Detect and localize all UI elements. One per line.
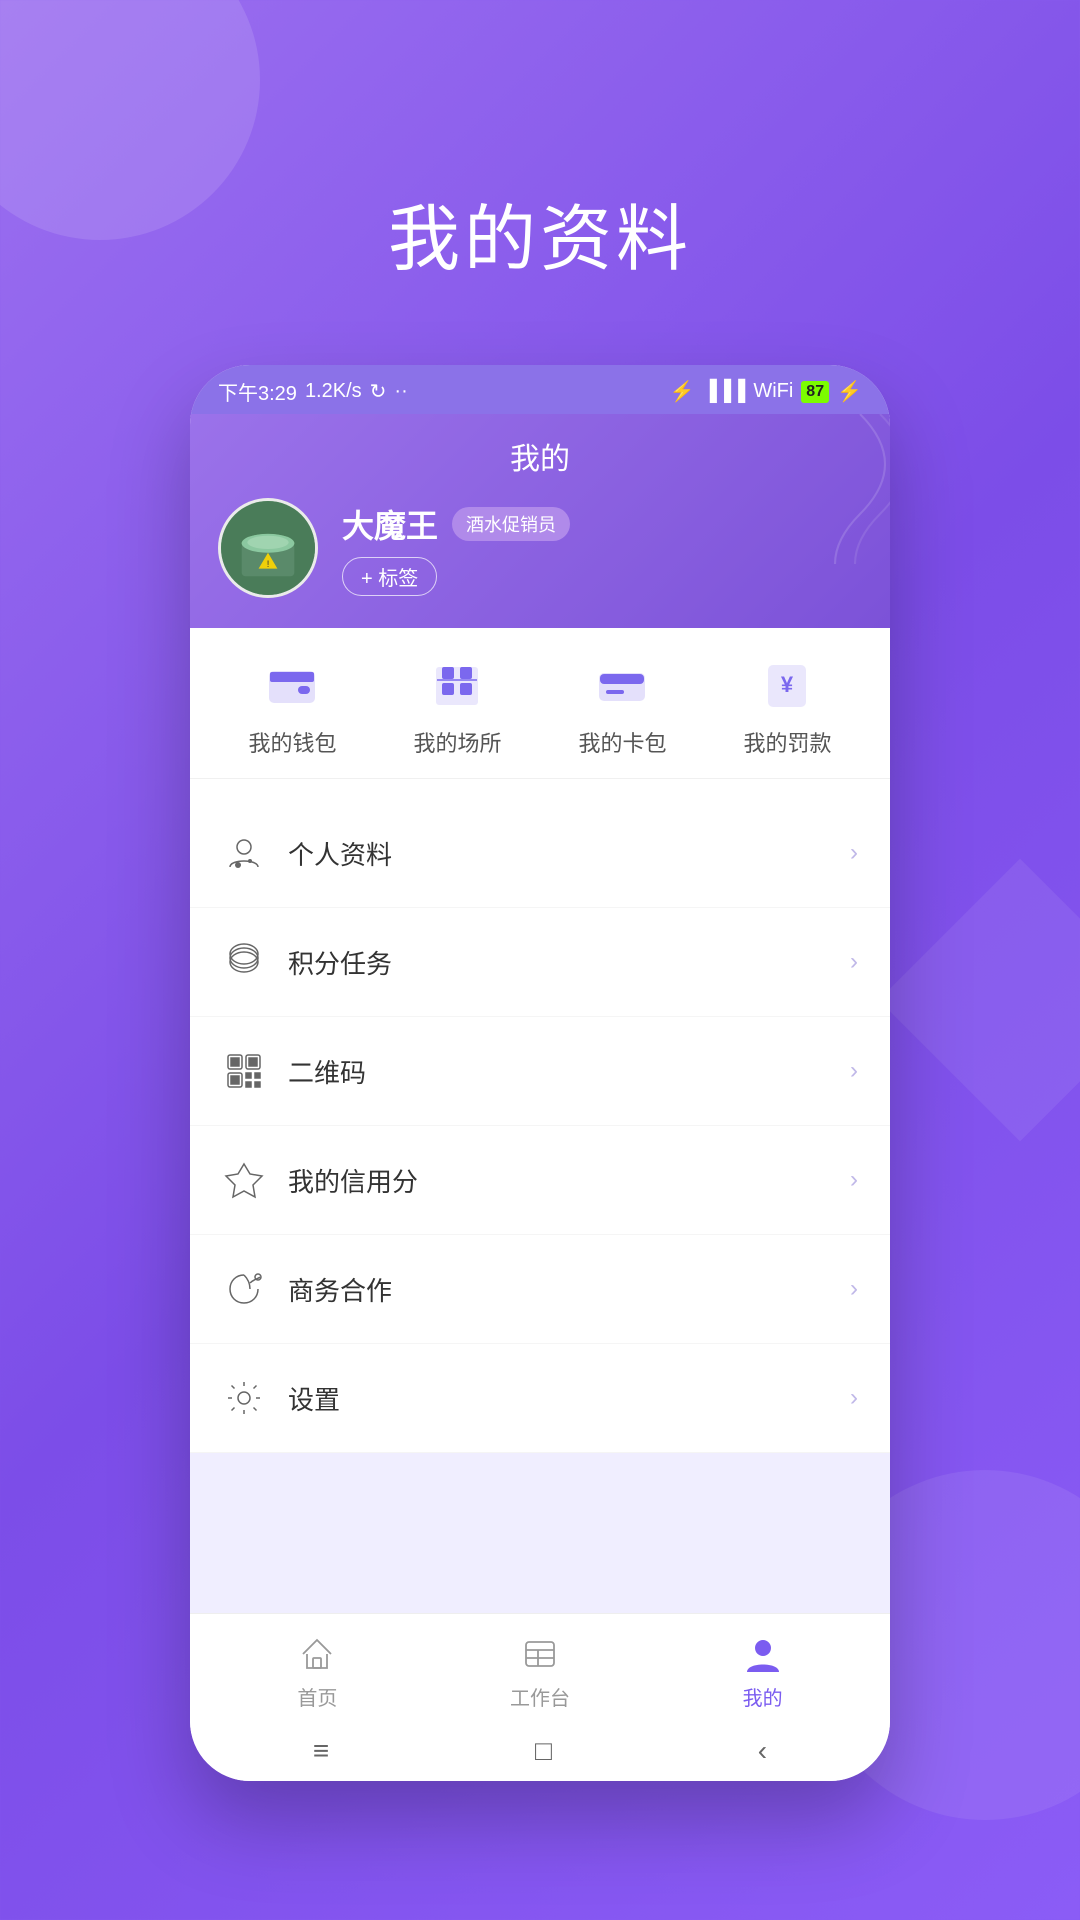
svg-text:!: !: [267, 558, 270, 569]
bg-decoration-middle: [879, 859, 1080, 1142]
bg-decoration-circle: [0, 0, 260, 240]
quick-action-fine[interactable]: ¥ 我的罚款: [743, 658, 831, 758]
quick-action-card[interactable]: 我的卡包: [578, 658, 666, 758]
business-icon: [222, 1267, 266, 1311]
business-menu-label: 商务合作: [288, 1271, 828, 1308]
home-nav-icon: [295, 1632, 339, 1676]
bluetooth-icon: ⚡: [670, 379, 695, 404]
qrcode-arrow: ›: [850, 1057, 858, 1085]
quick-actions: 我的钱包 我的场所: [190, 628, 890, 779]
tag-button[interactable]: + 标签: [342, 557, 437, 596]
profile-arrow: ›: [850, 839, 858, 867]
menu-item-credit[interactable]: 我的信用分 ›: [190, 1126, 890, 1235]
home-nav-label: 首页: [297, 1682, 337, 1711]
venue-label: 我的场所: [413, 726, 501, 758]
menu-item-business[interactable]: 商务合作 ›: [190, 1235, 890, 1344]
signal-icon: ▐▐▐: [703, 380, 746, 403]
status-network: 1.2K/s: [305, 380, 362, 403]
wifi-icon: WiFi: [753, 380, 793, 403]
profile-name: 大魔王: [342, 501, 438, 547]
profile-icon: [222, 831, 266, 875]
venue-icon: [425, 658, 489, 714]
workbench-nav-label: 工作台: [510, 1682, 570, 1711]
system-nav: ≡ □ ‹: [190, 1721, 890, 1781]
status-refresh-icon: ↻: [370, 379, 387, 404]
credit-menu-label: 我的信用分: [288, 1162, 828, 1199]
nav-item-mine[interactable]: 我的: [741, 1632, 785, 1711]
card-icon: [590, 658, 654, 714]
menu-item-settings[interactable]: 设置 ›: [190, 1344, 890, 1453]
wallet-icon: [260, 658, 324, 714]
settings-icon: [222, 1376, 266, 1420]
menu-item-points[interactable]: 积分任务 ›: [190, 908, 890, 1017]
nav-item-workbench[interactable]: 工作台: [510, 1632, 570, 1711]
menu-item-profile[interactable]: 个人资料 ›: [190, 799, 890, 908]
settings-arrow: ›: [850, 1384, 858, 1412]
profile-name-row: 大魔王 酒水促销员: [342, 501, 570, 547]
role-badge: 酒水促销员: [452, 507, 570, 541]
points-icon: [222, 940, 266, 984]
business-arrow: ›: [850, 1275, 858, 1303]
avatar[interactable]: !: [218, 498, 318, 598]
bottom-area: [190, 1453, 890, 1613]
qrcode-icon: [222, 1049, 266, 1093]
battery-badge: 87: [801, 381, 829, 403]
bottom-nav: 首页 工作台 我的: [190, 1613, 890, 1721]
wallet-label: 我的钱包: [248, 726, 336, 758]
menu-item-qrcode[interactable]: 二维码 ›: [190, 1017, 890, 1126]
quick-action-wallet[interactable]: 我的钱包: [248, 658, 336, 758]
mine-nav-label: 我的: [743, 1682, 783, 1711]
avatar-image: !: [221, 501, 315, 595]
system-back-button[interactable]: ‹: [758, 1735, 767, 1767]
status-time: 下午3:29: [218, 377, 297, 406]
credit-arrow: ›: [850, 1166, 858, 1194]
phone-mockup: 下午3:29 1.2K/s ↻ ·· ⚡ ▐▐▐ WiFi 87 ⚡ 我的: [190, 365, 890, 1781]
points-arrow: ›: [850, 948, 858, 976]
nav-item-home[interactable]: 首页: [295, 1632, 339, 1711]
settings-menu-label: 设置: [288, 1380, 828, 1417]
card-label: 我的卡包: [578, 726, 666, 758]
menu-list: 个人资料 › 积分任务 ›: [190, 799, 890, 1453]
workbench-nav-icon: [518, 1632, 562, 1676]
header-nav-title: 我的: [218, 434, 862, 478]
quick-action-venue[interactable]: 我的场所: [413, 658, 501, 758]
credit-icon: [222, 1158, 266, 1202]
fine-label: 我的罚款: [743, 726, 831, 758]
header-section: 我的 !: [190, 414, 890, 628]
mine-nav-icon: [741, 1632, 785, 1676]
profile-info: 大魔王 酒水促销员 + 标签: [342, 501, 570, 596]
points-menu-label: 积分任务: [288, 944, 828, 981]
qrcode-menu-label: 二维码: [288, 1053, 828, 1090]
fine-icon: ¥: [755, 658, 819, 714]
status-dots: ··: [394, 380, 407, 403]
status-bar: 下午3:29 1.2K/s ↻ ·· ⚡ ▐▐▐ WiFi 87 ⚡: [190, 365, 890, 414]
profile-row: ! 大魔王 酒水促销员 + 标签: [218, 498, 862, 598]
system-home-button[interactable]: □: [535, 1735, 552, 1767]
profile-menu-label: 个人资料: [288, 835, 828, 872]
page-title: 我的资料: [388, 180, 692, 285]
charging-icon: ⚡: [837, 379, 862, 404]
svg-text:¥: ¥: [781, 672, 794, 697]
status-right: ⚡ ▐▐▐ WiFi 87 ⚡: [670, 379, 862, 404]
status-left: 下午3:29 1.2K/s ↻ ··: [218, 377, 408, 406]
system-menu-button[interactable]: ≡: [313, 1735, 329, 1767]
